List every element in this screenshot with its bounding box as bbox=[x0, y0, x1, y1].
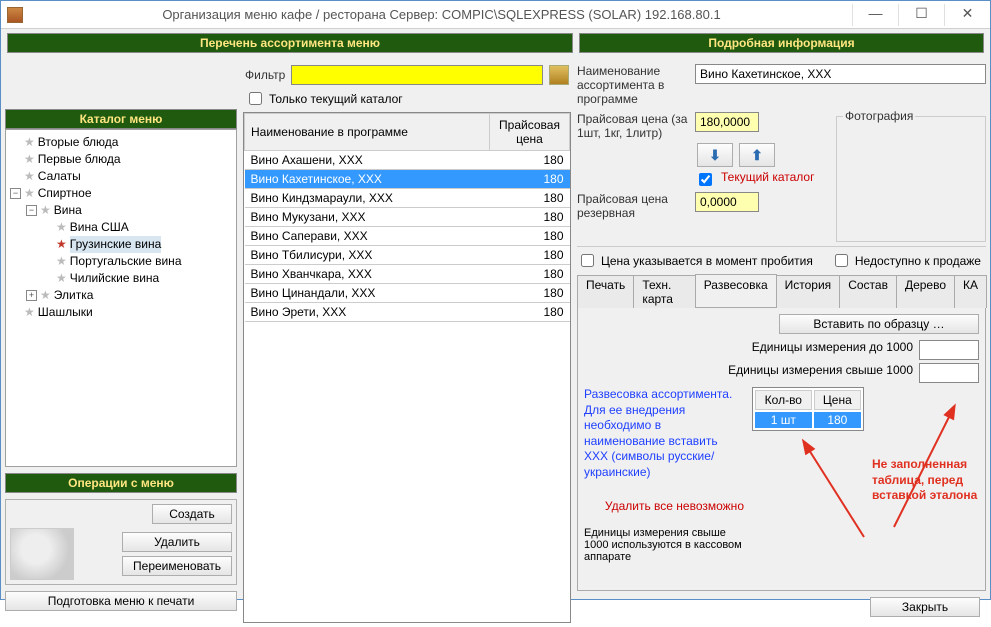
expand-icon[interactable]: − bbox=[10, 188, 21, 199]
delete-button[interactable]: Удалить bbox=[122, 532, 232, 552]
table-row[interactable]: Вино Кахетинское, ХХХ180 bbox=[245, 170, 570, 189]
catalog-tree[interactable]: ★Вторые блюда ★Первые блюда ★Салаты −★Сп… bbox=[5, 129, 237, 467]
tab-weighing[interactable]: Развесовка bbox=[695, 274, 777, 307]
food-image bbox=[10, 528, 74, 580]
window-title: Организация меню кафе / ресторана Сервер… bbox=[31, 7, 852, 22]
name-label: Наименование ассортимента в программе bbox=[577, 64, 689, 106]
move-up-button[interactable]: ⬆ bbox=[739, 143, 775, 167]
table-row[interactable]: Вино Мукузани, ХХХ180 bbox=[245, 208, 570, 227]
tree-item[interactable]: Вторые блюда bbox=[38, 134, 119, 151]
clear-filter-icon[interactable] bbox=[549, 65, 569, 85]
tree-item[interactable]: Вина bbox=[54, 202, 82, 219]
tree-item[interactable]: Первые блюда bbox=[38, 151, 121, 168]
tree-item[interactable]: Вина США bbox=[70, 219, 129, 236]
titlebar: Организация меню кафе / ресторана Сервер… bbox=[1, 1, 990, 29]
table-row[interactable]: Вино Цинандали, ХХХ180 bbox=[245, 284, 570, 303]
only-current-checkbox[interactable] bbox=[249, 92, 262, 105]
table-row[interactable]: Вино Саперави, ХХХ180 bbox=[245, 227, 570, 246]
close-dialog-button[interactable]: Закрыть bbox=[870, 597, 980, 617]
only-current-label: Только текущий каталог bbox=[269, 92, 403, 106]
reserve-input[interactable] bbox=[695, 192, 759, 212]
create-button[interactable]: Создать bbox=[152, 504, 232, 524]
price-input[interactable] bbox=[695, 112, 759, 132]
tab-tree[interactable]: Дерево bbox=[896, 275, 955, 308]
table-row[interactable]: Вино Эрети, ХХХ180 bbox=[245, 303, 570, 322]
delete-all-label: Удалить все невозможно bbox=[584, 499, 744, 513]
tab-composition[interactable]: Состав bbox=[839, 275, 897, 308]
blue-note: Развесовка ассортимента. Для ее внедрени… bbox=[584, 387, 744, 481]
not-for-sale-checkbox[interactable] bbox=[835, 254, 848, 267]
red-note: Не заполненная таблица, перед вставкой э… bbox=[872, 457, 979, 504]
photo-legend: Фотография bbox=[843, 109, 915, 123]
unit-lt-label: Единицы измерения до 1000 bbox=[752, 340, 913, 354]
not-for-sale-label: Недоступно к продаже bbox=[855, 254, 981, 268]
bottom-note: Единицы измерения свыше 1000 используютс… bbox=[584, 527, 744, 563]
maximize-button[interactable]: ☐ bbox=[898, 4, 944, 26]
details-header: Подробная информация bbox=[579, 33, 984, 53]
tree-item[interactable]: Салаты bbox=[38, 168, 81, 185]
expand-icon[interactable]: − bbox=[26, 205, 37, 216]
unit-gt-label: Единицы измерения свыше 1000 bbox=[728, 363, 913, 377]
ops-header: Операции с меню bbox=[5, 473, 237, 493]
col-name[interactable]: Наименование в программе bbox=[245, 114, 490, 151]
close-button[interactable]: ✕ bbox=[944, 4, 990, 26]
cell-price[interactable]: 180 bbox=[814, 412, 861, 428]
tree-item-selected[interactable]: Грузинские вина bbox=[70, 236, 162, 253]
reserve-label: Прайсовая цена резервная bbox=[577, 192, 689, 220]
catalog-header: Каталог меню bbox=[5, 109, 237, 129]
items-grid[interactable]: Наименование в программе Прайсовая цена … bbox=[243, 112, 571, 623]
price-at-sale-label: Цена указывается в момент пробития bbox=[601, 254, 813, 268]
tree-item[interactable]: Элитка bbox=[54, 287, 94, 304]
table-row[interactable]: Вино Тбилисури, ХХХ180 bbox=[245, 246, 570, 265]
price-at-sale-checkbox[interactable] bbox=[581, 254, 594, 267]
price-label: Прайсовая цена (за 1шт, 1кг, 1литр) bbox=[577, 112, 689, 140]
insert-template-button[interactable]: Вставить по образцу … bbox=[779, 314, 979, 334]
photo-area bbox=[843, 127, 979, 237]
print-prepare-button[interactable]: Подготовка меню к печати bbox=[5, 591, 237, 611]
tab-print[interactable]: Печать bbox=[577, 275, 634, 308]
filter-label: Фильтр bbox=[245, 68, 285, 82]
app-icon bbox=[7, 7, 23, 23]
col-qty: Кол-во bbox=[755, 390, 812, 410]
current-catalog-checkbox[interactable] bbox=[699, 173, 712, 186]
table-row[interactable]: Вино Киндзмараули, ХХХ180 bbox=[245, 189, 570, 208]
unit-lt-input[interactable] bbox=[919, 340, 979, 360]
rename-button[interactable]: Переименовать bbox=[122, 556, 232, 576]
col-price-w: Цена bbox=[814, 390, 861, 410]
tree-item[interactable]: Спиртное bbox=[38, 185, 92, 202]
tab-history[interactable]: История bbox=[776, 275, 841, 308]
minimize-button[interactable]: — bbox=[852, 4, 898, 26]
unit-gt-input[interactable] bbox=[919, 363, 979, 383]
table-row[interactable]: Вино Хванчкара, ХХХ180 bbox=[245, 265, 570, 284]
current-catalog-label: Текущий каталог bbox=[721, 170, 814, 184]
cell-qty[interactable]: 1 шт bbox=[755, 412, 812, 428]
table-row[interactable]: Вино Ахашени, ХХХ180 bbox=[245, 151, 570, 170]
col-price[interactable]: Прайсовая цена bbox=[490, 114, 570, 151]
tree-item[interactable]: Чилийские вина bbox=[70, 270, 159, 287]
tree-item[interactable]: Португальские вина bbox=[70, 253, 182, 270]
name-input[interactable] bbox=[695, 64, 986, 84]
tab-ka[interactable]: КА bbox=[954, 275, 987, 308]
weighing-grid[interactable]: Кол-воЦена 1 шт180 bbox=[752, 387, 864, 431]
move-down-button[interactable]: ⬇ bbox=[697, 143, 733, 167]
detail-tabs: Печать Техн. карта Развесовка История Со… bbox=[577, 274, 986, 308]
tab-techcard[interactable]: Техн. карта bbox=[633, 275, 695, 308]
filter-input[interactable] bbox=[291, 65, 543, 85]
tree-item[interactable]: Шашлыки bbox=[38, 304, 93, 321]
assortment-header: Перечень ассортимента меню bbox=[7, 33, 573, 53]
expand-icon[interactable]: + bbox=[26, 290, 37, 301]
